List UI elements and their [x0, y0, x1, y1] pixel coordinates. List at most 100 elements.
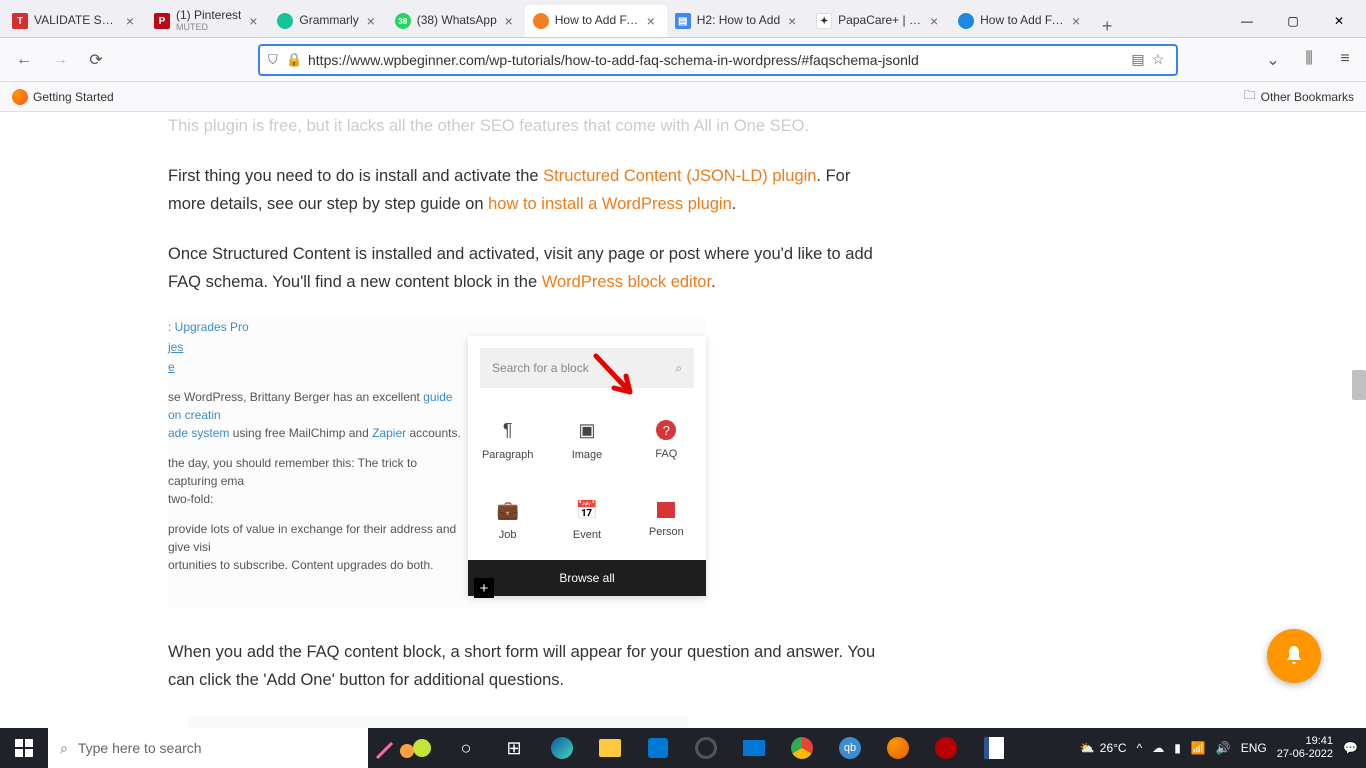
tab-title: How to Add FAC [980, 14, 1064, 27]
search-icon: ⌕ [675, 361, 682, 376]
qbittorrent-icon[interactable]: qb [826, 728, 874, 768]
search-placeholder: Search for a block [492, 361, 589, 375]
favicon-icon [533, 13, 549, 29]
close-icon[interactable]: × [926, 13, 942, 29]
search-placeholder: Type here to search [78, 740, 202, 756]
lock-icon[interactable]: 🔒 [286, 52, 304, 68]
url-input[interactable] [304, 52, 1128, 68]
close-icon[interactable]: × [643, 13, 659, 29]
weather-widget[interactable]: ⛅ 26°C [1080, 741, 1127, 755]
close-icon[interactable]: × [1068, 13, 1084, 29]
reader-mode-icon[interactable]: ▤ [1128, 51, 1148, 68]
start-button[interactable] [0, 728, 48, 768]
person-icon [657, 502, 675, 518]
close-icon[interactable]: × [122, 13, 138, 29]
word-icon[interactable] [970, 728, 1018, 768]
tab-wpbeginner-active[interactable]: How to Add FAC × [525, 5, 667, 37]
favicon-icon: T [12, 13, 28, 29]
close-icon[interactable]: × [784, 13, 800, 29]
menu-icon[interactable]: ≡ [1334, 50, 1356, 70]
block-person[interactable]: Person [627, 480, 706, 560]
page-viewport[interactable]: This plugin is free, but it lacks all th… [0, 112, 1366, 728]
file-explorer-icon[interactable] [586, 728, 634, 768]
add-block-button[interactable]: + [474, 578, 494, 598]
cortana-icon[interactable]: ○ [442, 728, 490, 768]
block-paragraph[interactable]: ¶Paragraph [468, 400, 547, 480]
close-icon[interactable]: × [245, 13, 261, 29]
screenshot-side-text: : Upgrades Pro jes e se WordPress, Britt… [168, 318, 468, 576]
battery-icon[interactable]: ▮ [1174, 741, 1181, 755]
browse-all-button[interactable]: Browse all [468, 560, 706, 596]
store-icon[interactable] [634, 728, 682, 768]
opera-2-icon[interactable] [922, 728, 970, 768]
favicon-icon: ✦ [816, 13, 832, 29]
faq-icon: ? [656, 420, 676, 440]
tab-papacare[interactable]: ✦ PapaCare+ | Lea × [808, 5, 950, 37]
tab-title: (38) WhatsApp [417, 14, 497, 27]
event-icon: 📅 [576, 499, 598, 521]
shield-icon[interactable]: ⛉ [268, 52, 286, 68]
system-tray: ⛅ 26°C ^ ☁ ▮ 📶 🔊 ENG 19:41 27-06-2022 💬 [1080, 735, 1366, 761]
tray-chevron-icon[interactable]: ^ [1137, 741, 1143, 755]
link-structured-content[interactable]: Structured Content (JSON-LD) plugin [543, 167, 816, 185]
favicon-icon: 38 [395, 13, 411, 29]
wp-block-inserter: Search for a block ⌕ ¶Paragraph ▣Image ?… [468, 336, 706, 596]
minimize-button[interactable]: — [1224, 5, 1270, 37]
other-bookmarks-button[interactable]: 🗀 Other Bookmarks [1244, 86, 1354, 107]
weather-icon: ⛅ [1080, 741, 1095, 755]
notification-bell-button[interactable] [1267, 629, 1321, 683]
search-doodle [372, 733, 442, 763]
block-job[interactable]: 💼Job [468, 480, 547, 560]
taskbar-search[interactable]: ⌕ Type here to search [48, 728, 368, 768]
close-window-button[interactable]: ✕ [1316, 5, 1362, 37]
paragraph-cutoff: This plugin is free, but it lacks all th… [168, 112, 888, 140]
job-icon: 💼 [497, 499, 519, 521]
bookmarks-bar: Getting Started 🗀 Other Bookmarks [0, 82, 1366, 112]
bookmark-getting-started[interactable]: Getting Started [12, 89, 114, 105]
tab-validate[interactable]: T VALIDATE Synon × [4, 5, 146, 37]
block-event[interactable]: 📅Event [547, 480, 626, 560]
onedrive-icon[interactable]: ☁ [1152, 741, 1164, 755]
tab-pinterest[interactable]: P (1) Pinterest MUTED × [146, 5, 269, 37]
maximize-button[interactable]: ▢ [1270, 5, 1316, 37]
chrome-icon[interactable] [778, 728, 826, 768]
bell-icon [1282, 644, 1306, 668]
back-button[interactable]: ← [10, 46, 38, 74]
mail-icon[interactable] [730, 728, 778, 768]
block-search-field[interactable]: Search for a block ⌕ [480, 348, 694, 388]
tab-wpbeginner-2[interactable]: How to Add FAC × [950, 5, 1092, 37]
task-view-icon[interactable]: ⊞ [490, 728, 538, 768]
notifications-icon[interactable]: 💬 [1343, 741, 1358, 755]
pocket-icon[interactable]: ⌄ [1262, 50, 1284, 70]
opera-icon[interactable] [682, 728, 730, 768]
tab-google-docs[interactable]: ▤ H2: How to Add × [667, 5, 808, 37]
block-faq[interactable]: ?FAQ [627, 400, 706, 480]
library-icon[interactable]: ⫼ [1298, 50, 1320, 70]
link-block-editor[interactable]: WordPress block editor [542, 273, 711, 291]
tab-grammarly[interactable]: Grammarly × [269, 5, 386, 37]
favicon-icon [958, 13, 974, 29]
forward-button[interactable]: → [46, 46, 74, 74]
tab-whatsapp[interactable]: 38 (38) WhatsApp × [387, 5, 525, 37]
edge-icon[interactable] [538, 728, 586, 768]
close-icon[interactable]: × [363, 13, 379, 29]
block-image[interactable]: ▣Image [547, 400, 626, 480]
scrollbar-thumb[interactable] [1352, 370, 1366, 400]
favicon-icon: P [154, 13, 170, 29]
link-install-plugin[interactable]: how to install a WordPress plugin [488, 195, 732, 213]
firefox-icon[interactable] [874, 728, 922, 768]
favicon-icon: ▤ [675, 13, 691, 29]
volume-icon[interactable]: 🔊 [1216, 741, 1231, 755]
clock[interactable]: 19:41 27-06-2022 [1277, 735, 1333, 761]
reload-button[interactable]: ⟳ [82, 46, 110, 74]
folder-icon: 🗀 [1244, 86, 1256, 107]
new-tab-button[interactable]: + [1092, 16, 1122, 37]
bookmark-star-icon[interactable]: ☆ [1148, 51, 1168, 68]
next-screenshot-peek [188, 716, 688, 728]
paragraph-icon: ¶ [497, 419, 519, 441]
address-bar[interactable]: ⛉ 🔒 ▤ ☆ [258, 44, 1178, 76]
wifi-icon[interactable]: 📶 [1191, 741, 1206, 755]
close-icon[interactable]: × [501, 13, 517, 29]
language-indicator[interactable]: ENG [1241, 741, 1267, 755]
image-icon: ▣ [576, 419, 598, 441]
